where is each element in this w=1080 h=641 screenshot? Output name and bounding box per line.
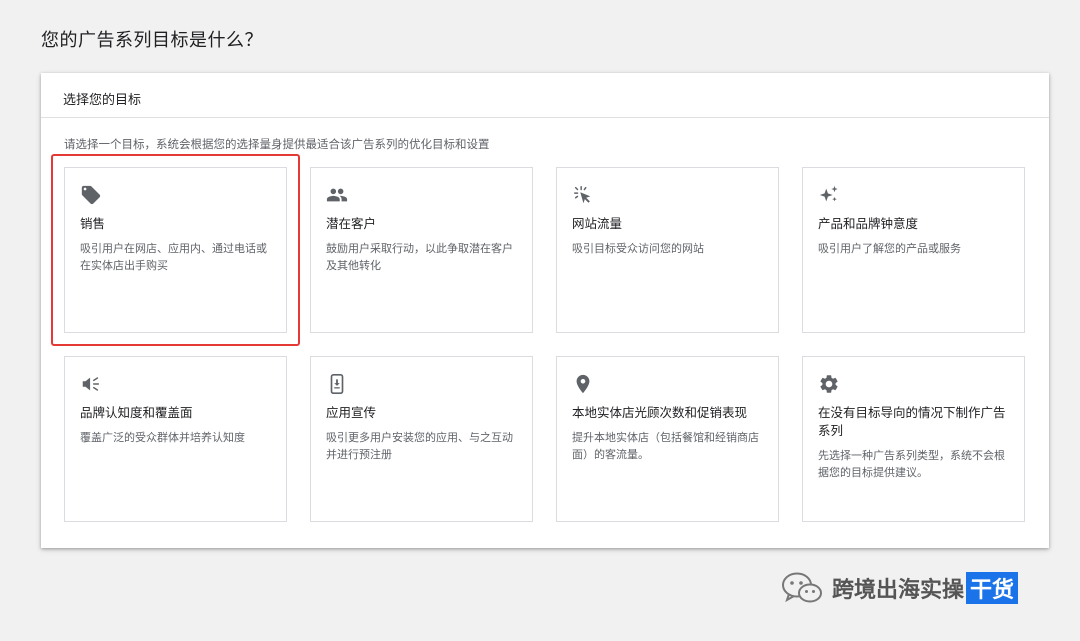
people-icon (326, 184, 348, 206)
goal-description: 提升本地实体店（包括餐馆和经销商店面）的客流量。 (572, 429, 763, 463)
goal-card-leads[interactable]: 潜在客户 鼓励用户采取行动，以此争取潜在客户及其他转化 (310, 167, 533, 333)
gear-icon (818, 373, 840, 395)
goal-description: 覆盖广泛的受众群体并培养认知度 (80, 429, 271, 446)
goal-card-brand-consideration[interactable]: 产品和品牌钟意度 吸引用户了解您的产品或服务 (802, 167, 1025, 333)
goal-title: 潜在客户 (326, 215, 517, 233)
panel-header: 选择您的目标 (41, 73, 1049, 118)
goal-card-local-store-visits[interactable]: 本地实体店光顾次数和促销表现 提升本地实体店（包括餐馆和经销商店面）的客流量。 (556, 356, 779, 522)
sparkle-icon (818, 184, 840, 206)
watermark-text: 跨境出海实操 (832, 572, 964, 604)
goal-title: 品牌认知度和覆盖面 (80, 404, 271, 422)
megaphone-icon (80, 373, 102, 395)
page-title: 您的广告系列目标是什么？ (41, 26, 263, 52)
goal-card-brand-awareness[interactable]: 品牌认知度和覆盖面 覆盖广泛的受众群体并培养认知度 (64, 356, 287, 522)
goal-title: 网站流量 (572, 215, 763, 233)
goal-description: 先选择一种广告系列类型，系统不会根据您的目标提供建议。 (818, 447, 1009, 481)
instruction-text: 请选择一个目标，系统会根据您的选择量身提供最适合该广告系列的优化目标和设置 (64, 136, 490, 152)
wechat-icon (780, 570, 824, 606)
location-pin-icon (572, 373, 594, 395)
phone-download-icon (326, 373, 348, 395)
goal-description: 吸引用户了解您的产品或服务 (818, 240, 1009, 257)
goal-description: 吸引目标受众访问您的网站 (572, 240, 763, 257)
goal-title: 应用宣传 (326, 404, 517, 422)
goal-description: 吸引更多用户安装您的应用、与之互动并进行预注册 (326, 429, 517, 463)
selection-highlight-box (51, 154, 300, 346)
goal-title: 产品和品牌钟意度 (818, 215, 1009, 233)
goal-card-app-promotion[interactable]: 应用宣传 吸引更多用户安装您的应用、与之互动并进行预注册 (310, 356, 533, 522)
cursor-click-icon (572, 184, 594, 206)
goal-title: 在没有目标导向的情况下制作广告系列 (818, 404, 1009, 440)
watermark-tag: 干货 (966, 572, 1018, 604)
goal-card-website-traffic[interactable]: 网站流量 吸引目标受众访问您的网站 (556, 167, 779, 333)
watermark: 跨境出海实操 干货 (780, 570, 1018, 606)
goal-title: 本地实体店光顾次数和促销表现 (572, 404, 763, 422)
goal-card-no-goal[interactable]: 在没有目标导向的情况下制作广告系列 先选择一种广告系列类型，系统不会根据您的目标… (802, 356, 1025, 522)
goal-description: 鼓励用户采取行动，以此争取潜在客户及其他转化 (326, 240, 517, 274)
